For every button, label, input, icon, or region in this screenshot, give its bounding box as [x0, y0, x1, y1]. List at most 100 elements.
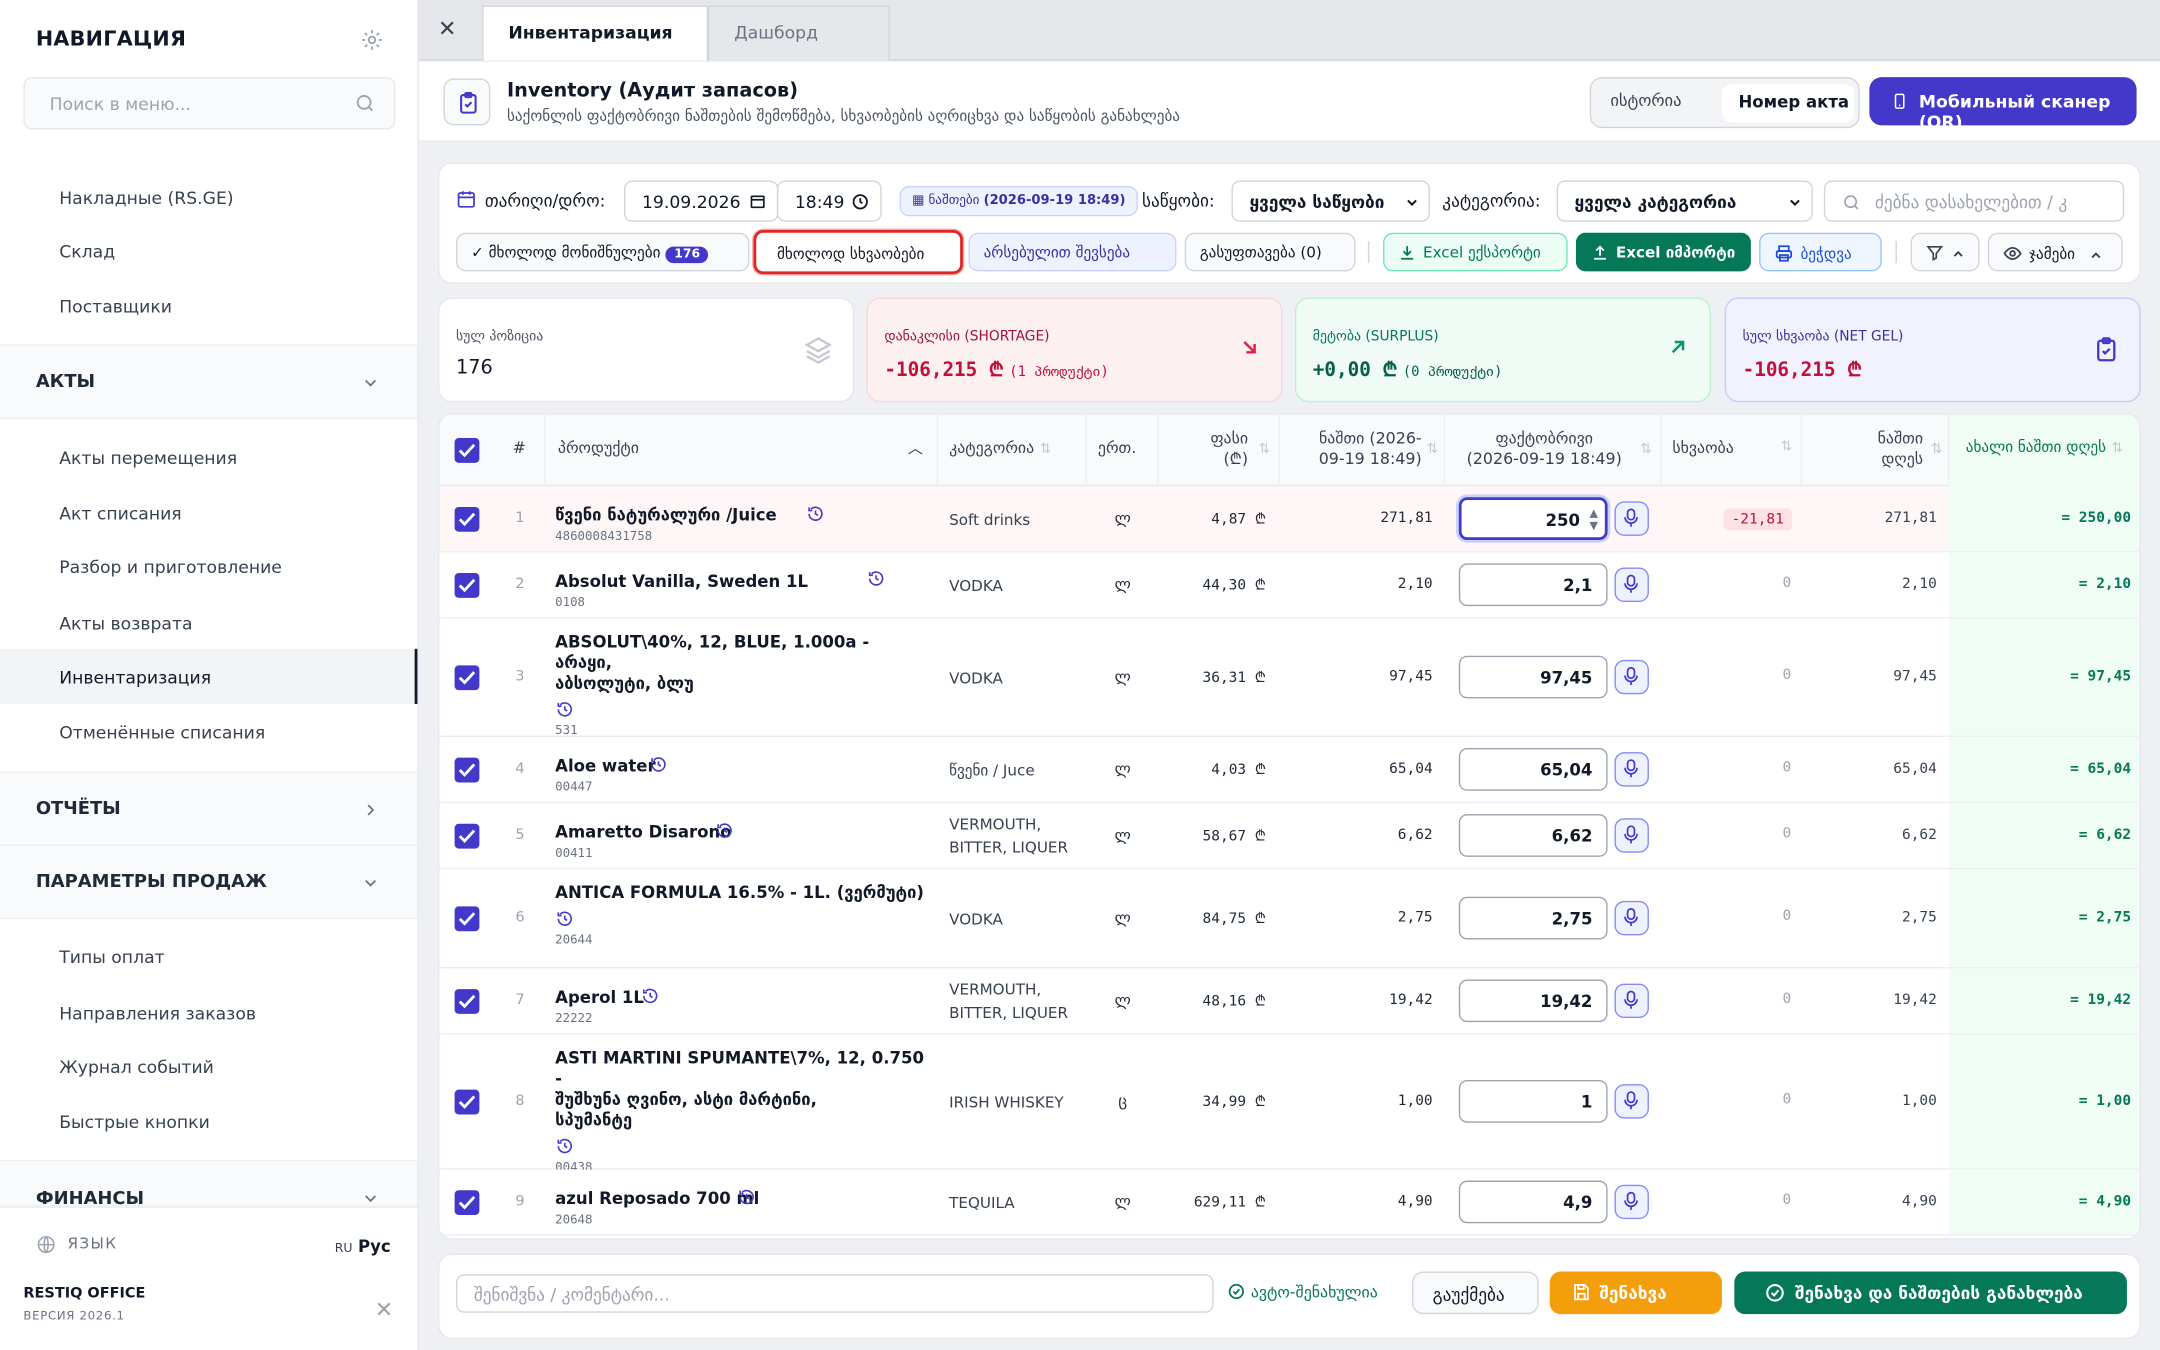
col-category[interactable]: კატეგორია ⇅ [938, 414, 1087, 487]
sidebar-item-invoices[interactable]: Накладные (RS.GE) [59, 187, 233, 208]
print-button[interactable]: ბეჭდვა [1759, 232, 1882, 272]
voice-input-button[interactable] [1614, 567, 1649, 602]
row-checkbox[interactable] [454, 665, 480, 691]
time-input[interactable]: 18:49 [776, 180, 882, 222]
col-today[interactable]: ნაშთი დღეს ⇅ [1802, 414, 1950, 487]
close-tab-icon[interactable]: ✕ [438, 15, 456, 41]
date-input[interactable]: 19.09.2026 [624, 180, 779, 222]
save-button[interactable]: შენახვა [1549, 1271, 1722, 1315]
row-checkbox[interactable] [454, 506, 480, 532]
comment-input[interactable]: შენიშვნა / კომენტარი... [455, 1274, 1214, 1313]
row-checkbox[interactable] [454, 823, 480, 849]
col-product[interactable]: პროდუქტი ︿ [546, 414, 939, 487]
tab-dashboard[interactable]: Дашборд [708, 5, 890, 61]
floppy-icon [1574, 1284, 1589, 1301]
sidebar-item-event-log[interactable]: Журнал событий [59, 1057, 214, 1078]
select-all-checkbox[interactable] [454, 438, 480, 463]
fill-existing-chip[interactable]: არსებულით შევსება [968, 232, 1177, 272]
filter-toggle-button[interactable] [1910, 232, 1980, 272]
chevron-down-icon [1790, 199, 1800, 207]
sidebar-item-return-acts[interactable]: Акты возврата [59, 613, 192, 634]
row-checkbox[interactable] [454, 906, 480, 932]
sidebar-search-input[interactable]: Поиск в меню... [23, 77, 396, 130]
cancel-button[interactable]: გაუქმება [1411, 1271, 1539, 1315]
save-and-apply-button[interactable]: შენახვა და ნაშთების განახლება [1734, 1271, 2127, 1315]
stepper-icon[interactable]: ▲ ▼ [1589, 507, 1597, 532]
fact-input[interactable]: 1 [1458, 1079, 1608, 1123]
product-search-input[interactable]: ძებნა დასახელებით / კ [1823, 180, 2125, 222]
sidebar-item-transfer-acts[interactable]: Акты перемещения [59, 448, 237, 469]
fact-input[interactable]: 250 ▲ ▼ [1458, 497, 1608, 540]
product-code: 0108 [555, 596, 586, 611]
diff-cell: 0 [1782, 1091, 1792, 1108]
history-icon[interactable] [641, 986, 660, 1005]
row-checkbox[interactable] [454, 1190, 480, 1215]
fact-input[interactable]: 19,42 [1458, 979, 1608, 1023]
totals-toggle-button[interactable]: ჯამები [1987, 232, 2123, 272]
sidebar-item-disassembly[interactable]: Разбор и приготовление [59, 557, 282, 578]
row-checkbox[interactable] [454, 757, 480, 783]
sidebar-section-sales[interactable]: ПАРАМЕТРЫ ПРОДАЖ [0, 844, 418, 919]
snapshot-icon: ▦ [911, 192, 929, 209]
history-icon[interactable] [555, 1136, 574, 1155]
price-cell: 34,99 ₾ [1202, 1093, 1266, 1111]
sidebar-item-inventory[interactable]: Инвентаризация [0, 648, 418, 704]
col-new[interactable]: ახალი ნაშთი დღეს ⇅ [1949, 414, 2140, 487]
voice-input-button[interactable] [1614, 1184, 1649, 1220]
voice-input-button[interactable] [1614, 983, 1649, 1019]
excel-export-button[interactable]: Excel ექსპორტი [1383, 232, 1568, 272]
tab-inventory[interactable]: Инвентаризация [482, 5, 709, 61]
col-price[interactable]: ფასი (₾) ⇅ [1159, 414, 1280, 487]
history-icon[interactable] [555, 909, 574, 928]
voice-input-button[interactable] [1614, 501, 1649, 536]
sidebar-item-quick-buttons[interactable]: Быстрые кнопки [59, 1112, 210, 1133]
sidebar-item-cancelled-writeoffs[interactable]: Отменённые списания [59, 722, 265, 743]
warehouse-select[interactable]: ყველა საწყობი [1231, 180, 1430, 222]
kpi-shortage-value: -106,215 ₾ (1 პროდუქტი) [884, 357, 1108, 383]
language-switch[interactable]: RU Рус [335, 1237, 391, 1256]
sidebar-item-order-directions[interactable]: Направления заказов [59, 1003, 256, 1024]
history-icon[interactable] [806, 504, 825, 523]
excel-import-button[interactable]: Excel იმპორტი [1575, 232, 1751, 272]
history-segment[interactable]: ისტორია [1610, 91, 1681, 110]
history-icon[interactable] [737, 1187, 756, 1206]
mobile-scanner-button[interactable]: Мобильный сканер (QR) [1869, 77, 2137, 132]
history-icon[interactable] [649, 755, 668, 774]
history-icon[interactable] [555, 700, 574, 719]
sidebar-item-suppliers[interactable]: Поставщики [59, 296, 172, 317]
voice-input-button[interactable] [1614, 659, 1649, 695]
col-diff[interactable]: სხვაობა ⇅ [1661, 414, 1802, 487]
sidebar-section-reports[interactable]: ОТЧЁТЫ [0, 771, 418, 846]
category-select[interactable]: ყველა კატეგორია [1556, 180, 1813, 222]
close-icon[interactable]: ✕ [375, 1296, 393, 1322]
row-checkbox[interactable] [454, 573, 480, 598]
gear-icon[interactable] [360, 28, 385, 53]
act-number-segment[interactable]: Номер акта [1721, 84, 1855, 123]
voice-input-button[interactable] [1614, 752, 1649, 787]
sidebar-section-acts[interactable]: АКТЫ [0, 344, 418, 419]
sidebar-item-writeoff-act[interactable]: Акт списания [59, 503, 181, 524]
sidebar-section-finance[interactable]: ФИНАНСЫ [0, 1159, 418, 1207]
history-icon[interactable] [866, 569, 885, 588]
sidebar-item-warehouse[interactable]: Склад [59, 241, 115, 262]
fact-input[interactable]: 2,75 [1458, 896, 1608, 940]
history-icon[interactable] [715, 821, 734, 840]
col-stock-label-1: ნაშთი (2026- [1318, 428, 1422, 448]
fact-input[interactable]: 6,62 [1458, 814, 1608, 857]
voice-input-button[interactable] [1614, 818, 1649, 853]
voice-input-button[interactable] [1614, 1084, 1649, 1119]
row-checkbox[interactable] [454, 1089, 480, 1115]
fact-input[interactable]: 2,1 [1458, 563, 1608, 607]
sidebar-item-payment-types[interactable]: Типы оплат [59, 946, 164, 967]
fact-input[interactable]: 97,45 [1458, 655, 1608, 699]
only-selected-chip[interactable]: ✓ მხოლოდ მონიშნულები 176 [455, 232, 750, 272]
col-stock[interactable]: ნაშთი (2026- 09-19 18:49) ⇅ [1280, 414, 1446, 487]
voice-input-button[interactable] [1614, 900, 1649, 936]
printer-icon [1775, 245, 1793, 262]
col-fact[interactable]: ფაქტობრივი (2026-09-19 18:49) ⇅ [1445, 414, 1662, 487]
row-checkbox[interactable] [454, 989, 480, 1014]
clear-chip[interactable]: გასუფთავება (0) [1184, 232, 1356, 272]
fact-input[interactable]: 65,04 [1458, 748, 1608, 791]
fact-input[interactable]: 4,9 [1458, 1180, 1608, 1224]
only-differences-chip[interactable]: მხოლოდ სხვაობები [753, 230, 963, 275]
